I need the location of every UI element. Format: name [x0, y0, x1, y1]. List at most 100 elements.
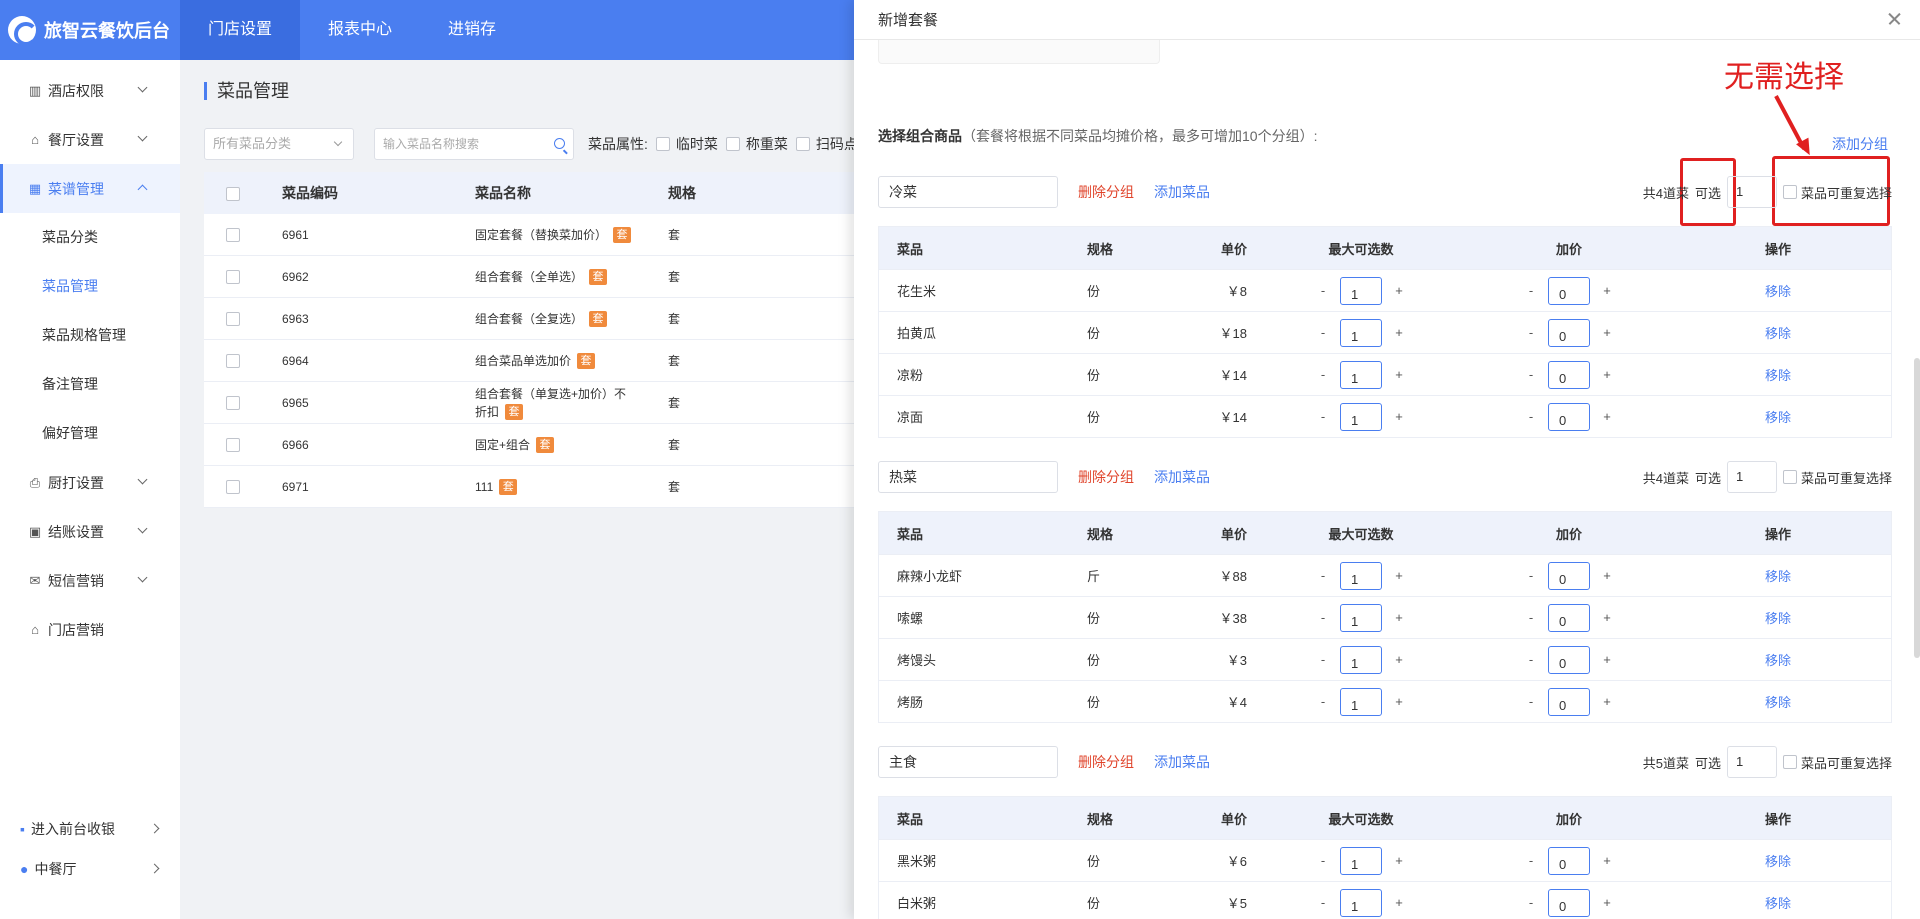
extra-price-input[interactable]: 0 — [1548, 888, 1590, 917]
extra-price-input[interactable]: 0 — [1548, 360, 1590, 389]
optional-count-input[interactable]: 1 — [1726, 176, 1777, 208]
sidebar-item-menu-management[interactable]: ▦ 菜谱管理 — [0, 164, 180, 213]
extra-price-input[interactable]: 0 — [1548, 402, 1590, 431]
decrement-button[interactable]: - — [1520, 853, 1542, 868]
extra-price-input[interactable]: 0 — [1548, 561, 1590, 590]
decrement-button[interactable]: - — [1312, 694, 1334, 709]
row-checkbox[interactable] — [226, 227, 240, 242]
remove-link[interactable]: 移除 — [1765, 653, 1791, 668]
remove-link[interactable]: 移除 — [1765, 284, 1791, 299]
decrement-button[interactable]: - — [1312, 325, 1334, 340]
increment-button[interactable]: + — [1388, 325, 1410, 340]
increment-button[interactable]: + — [1596, 409, 1618, 424]
extra-price-input[interactable]: 0 — [1548, 846, 1590, 875]
extra-price-input[interactable]: 0 — [1548, 687, 1590, 716]
max-select-input[interactable]: 1 — [1340, 402, 1382, 431]
sidebar-sub-dish-category[interactable]: 菜品分类 — [0, 213, 180, 262]
table-row[interactable]: 6971 111 套 套 — [204, 466, 884, 508]
increment-button[interactable]: + — [1596, 568, 1618, 583]
row-checkbox[interactable] — [226, 479, 240, 494]
sidebar-item-sms-marketing[interactable]: ✉ 短信营销 — [0, 556, 180, 605]
max-select-input[interactable]: 1 — [1340, 846, 1382, 875]
row-checkbox[interactable] — [226, 311, 240, 326]
remove-link[interactable]: 移除 — [1765, 896, 1791, 911]
search-icon[interactable] — [554, 138, 565, 149]
sidebar-item-hotel-permissions[interactable]: ▥ 酒店权限 — [0, 66, 180, 115]
extra-price-input[interactable]: 0 — [1548, 276, 1590, 305]
extra-price-input[interactable]: 0 — [1548, 603, 1590, 632]
remove-link[interactable]: 移除 — [1765, 695, 1791, 710]
row-checkbox[interactable] — [226, 269, 240, 284]
group-name-input[interactable]: 冷菜 — [878, 176, 1058, 208]
increment-button[interactable]: + — [1596, 283, 1618, 298]
extra-price-input[interactable]: 0 — [1548, 645, 1590, 674]
decrement-button[interactable]: - — [1312, 853, 1334, 868]
max-select-input[interactable]: 1 — [1340, 360, 1382, 389]
remove-link[interactable]: 移除 — [1765, 569, 1791, 584]
row-checkbox[interactable] — [226, 353, 240, 368]
remove-link[interactable]: 移除 — [1765, 326, 1791, 341]
restaurant-switch[interactable]: ● 中餐厅 — [0, 849, 180, 889]
add-dish-link[interactable]: 添加菜品 — [1154, 752, 1210, 772]
table-row[interactable]: 6961 固定套餐（替换菜加价） 套 套 — [204, 214, 884, 256]
decrement-button[interactable]: - — [1520, 895, 1542, 910]
category-filter-select[interactable]: 所有菜品分类 — [204, 128, 354, 160]
add-group-link[interactable]: 添加分组 — [1832, 134, 1888, 154]
increment-button[interactable]: + — [1388, 367, 1410, 382]
sidebar-item-restaurant-settings[interactable]: ⌂ 餐厅设置 — [0, 115, 180, 164]
add-dish-link[interactable]: 添加菜品 — [1154, 467, 1210, 487]
top-nav-reports[interactable]: 报表中心 — [300, 0, 420, 60]
max-select-input[interactable]: 1 — [1340, 603, 1382, 632]
decrement-button[interactable]: - — [1312, 367, 1334, 382]
max-select-input[interactable]: 1 — [1340, 276, 1382, 305]
remove-link[interactable]: 移除 — [1765, 368, 1791, 383]
table-row[interactable]: 6966 固定+组合套 套 — [204, 424, 884, 466]
row-checkbox[interactable] — [226, 395, 240, 410]
increment-button[interactable]: + — [1388, 610, 1410, 625]
decrement-button[interactable]: - — [1520, 694, 1542, 709]
increment-button[interactable]: + — [1596, 325, 1618, 340]
sidebar-sub-notes[interactable]: 备注管理 — [0, 360, 180, 409]
sidebar-item-store-marketing[interactable]: ⌂ 门店营销 — [0, 605, 180, 654]
decrement-button[interactable]: - — [1312, 568, 1334, 583]
decrement-button[interactable]: - — [1520, 367, 1542, 382]
drawer-scrollbar[interactable] — [1914, 358, 1920, 658]
increment-button[interactable]: + — [1388, 568, 1410, 583]
sidebar-item-checkout-settings[interactable]: ▣ 结账设置 — [0, 507, 180, 556]
optional-count-input[interactable]: 1 — [1726, 461, 1777, 493]
increment-button[interactable]: + — [1388, 283, 1410, 298]
sidebar-item-kitchen-print[interactable]: ⎙ 厨打设置 — [0, 458, 180, 507]
increment-button[interactable]: + — [1388, 409, 1410, 424]
table-row[interactable]: 6964 组合菜品单选加价套 套 — [204, 340, 884, 382]
delete-group-link[interactable]: 删除分组 — [1078, 467, 1134, 487]
max-select-input[interactable]: 1 — [1340, 687, 1382, 716]
increment-button[interactable]: + — [1596, 610, 1618, 625]
dish-search-input[interactable]: 输入菜品名称搜索 — [374, 128, 574, 160]
increment-button[interactable]: + — [1596, 652, 1618, 667]
sidebar-sub-dish-spec[interactable]: 菜品规格管理 — [0, 311, 180, 360]
group-name-input[interactable]: 主食 — [878, 746, 1058, 778]
enter-cashier-link[interactable]: ▪ 进入前台收银 — [0, 809, 180, 849]
increment-button[interactable]: + — [1596, 895, 1618, 910]
table-row[interactable]: 6962 组合套餐（全单选） 套 套 — [204, 256, 884, 298]
max-select-input[interactable]: 1 — [1340, 645, 1382, 674]
decrement-button[interactable]: - — [1312, 652, 1334, 667]
delete-group-link[interactable]: 删除分组 — [1078, 182, 1134, 202]
decrement-button[interactable]: - — [1312, 895, 1334, 910]
close-icon[interactable] — [1884, 8, 1906, 30]
sidebar-sub-preferences[interactable]: 偏好管理 — [0, 409, 180, 458]
table-row[interactable]: 6963 组合套餐（全复选） 套 套 — [204, 298, 884, 340]
scan-order-checkbox[interactable] — [795, 137, 810, 151]
increment-button[interactable]: + — [1388, 853, 1410, 868]
increment-button[interactable]: + — [1596, 694, 1618, 709]
brand[interactable]: 旅智云餐饮后台 — [0, 0, 180, 60]
select-all-checkbox[interactable] — [226, 187, 240, 202]
increment-button[interactable]: + — [1596, 367, 1618, 382]
remove-link[interactable]: 移除 — [1765, 410, 1791, 425]
increment-button[interactable]: + — [1388, 895, 1410, 910]
increment-button[interactable]: + — [1596, 853, 1618, 868]
add-dish-link[interactable]: 添加菜品 — [1154, 182, 1210, 202]
delete-group-link[interactable]: 删除分组 — [1078, 752, 1134, 772]
decrement-button[interactable]: - — [1520, 568, 1542, 583]
decrement-button[interactable]: - — [1520, 409, 1542, 424]
